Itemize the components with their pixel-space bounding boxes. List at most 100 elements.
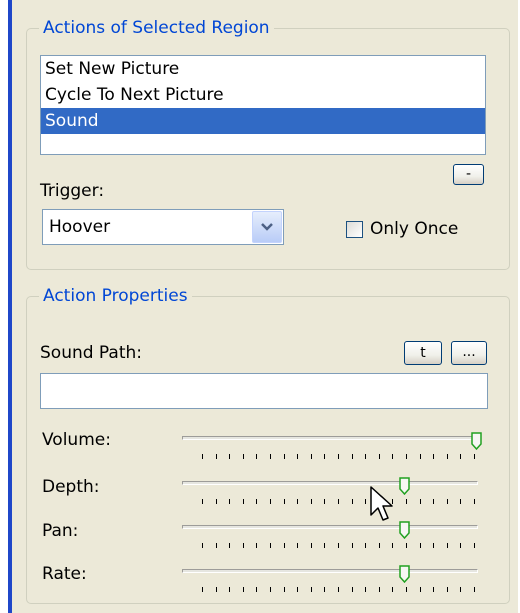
t-button[interactable]: t bbox=[404, 341, 442, 365]
slider-tick bbox=[338, 454, 339, 459]
trigger-combobox[interactable]: Hoover bbox=[42, 209, 284, 245]
slider-tick bbox=[202, 499, 203, 504]
slider-tick bbox=[297, 543, 299, 548]
slider-tick bbox=[446, 587, 448, 592]
slider-tick bbox=[242, 499, 244, 504]
slider-tick bbox=[310, 499, 312, 504]
slider-tick bbox=[324, 587, 326, 592]
slider-tick bbox=[324, 454, 326, 459]
slider-tick bbox=[460, 454, 462, 459]
slider-thumb[interactable] bbox=[399, 477, 410, 495]
slider-tick bbox=[229, 499, 231, 504]
slider-tick bbox=[474, 587, 475, 592]
slider-tick bbox=[378, 454, 380, 459]
browse-button[interactable]: ... bbox=[451, 341, 487, 365]
depth-slider[interactable] bbox=[180, 477, 482, 513]
slider-tick bbox=[446, 454, 448, 459]
slider-thumb[interactable] bbox=[399, 521, 410, 539]
slider-tick bbox=[378, 543, 380, 548]
slider-tick bbox=[256, 454, 258, 459]
slider-tick bbox=[392, 587, 394, 592]
slider-tick bbox=[215, 587, 217, 592]
slider-tick bbox=[283, 543, 285, 548]
slider-tick bbox=[378, 587, 380, 592]
slider-tick bbox=[474, 543, 475, 548]
slider-tick bbox=[433, 587, 435, 592]
slider-tick bbox=[270, 499, 271, 504]
slider-tick bbox=[419, 587, 421, 592]
list-item-selected[interactable]: Sound bbox=[41, 108, 485, 134]
slider-track bbox=[182, 569, 478, 573]
slider-tick bbox=[433, 499, 435, 504]
slider-tick bbox=[460, 499, 462, 504]
pan-slider[interactable] bbox=[180, 521, 482, 557]
slider-tick bbox=[419, 499, 421, 504]
slider-tick bbox=[297, 587, 299, 592]
sound-path-input[interactable] bbox=[40, 373, 488, 409]
trigger-label: Trigger: bbox=[40, 181, 105, 201]
slider-tick bbox=[365, 543, 367, 548]
slider-tick bbox=[310, 543, 312, 548]
only-once-label[interactable]: Only Once bbox=[370, 218, 458, 240]
pan-label: Pan: bbox=[42, 521, 79, 541]
slider-tick bbox=[392, 543, 394, 548]
sound-path-label: Sound Path: bbox=[40, 343, 143, 363]
slider-tick bbox=[433, 543, 435, 548]
slider-tick bbox=[460, 543, 462, 548]
slider-tick bbox=[202, 543, 203, 548]
slider-tick bbox=[202, 454, 203, 459]
slider-tick bbox=[256, 543, 258, 548]
slider-tick bbox=[365, 454, 367, 459]
slider-tick bbox=[338, 587, 339, 592]
slider-track bbox=[182, 481, 478, 485]
only-once-checkbox[interactable] bbox=[346, 221, 363, 238]
slider-tick bbox=[338, 499, 339, 504]
slider-tick bbox=[310, 587, 312, 592]
slider-tick bbox=[419, 543, 421, 548]
chevron-down-icon bbox=[261, 223, 273, 231]
actions-listbox[interactable]: Set New Picture Cycle To Next Picture So… bbox=[40, 55, 486, 155]
slider-tick bbox=[283, 587, 285, 592]
slider-tick bbox=[215, 499, 217, 504]
slider-tick bbox=[351, 543, 353, 548]
t-button-label: t bbox=[420, 345, 426, 361]
rate-slider[interactable] bbox=[180, 565, 482, 601]
slider-thumb[interactable] bbox=[399, 565, 410, 583]
slider-tick bbox=[297, 499, 299, 504]
slider-tick bbox=[419, 454, 421, 459]
slider-tick bbox=[229, 454, 231, 459]
slider-tick bbox=[324, 543, 326, 548]
slider-track bbox=[182, 436, 478, 440]
list-item[interactable]: Cycle To Next Picture bbox=[41, 82, 485, 108]
slider-tick bbox=[242, 587, 244, 592]
slider-track bbox=[182, 525, 478, 529]
slider-tick bbox=[446, 543, 448, 548]
slider-tick bbox=[351, 587, 353, 592]
slider-tick bbox=[406, 543, 407, 548]
slider-tick bbox=[229, 543, 231, 548]
slider-tick bbox=[256, 587, 258, 592]
remove-action-button[interactable]: - bbox=[453, 164, 484, 185]
slider-tick bbox=[351, 499, 353, 504]
volume-label: Volume: bbox=[42, 430, 111, 450]
slider-tick bbox=[270, 587, 271, 592]
slider-tick bbox=[446, 499, 448, 504]
slider-tick bbox=[406, 454, 407, 459]
slider-tick bbox=[392, 454, 394, 459]
slider-tick bbox=[365, 499, 367, 504]
slider-tick bbox=[365, 587, 367, 592]
list-item[interactable]: Set New Picture bbox=[41, 56, 485, 82]
slider-thumb[interactable] bbox=[471, 432, 482, 450]
slider-tick bbox=[433, 454, 435, 459]
rate-label: Rate: bbox=[42, 564, 87, 584]
trigger-dropdown-button[interactable] bbox=[252, 211, 282, 243]
properties-group-title: Action Properties bbox=[39, 284, 192, 308]
slider-tick bbox=[338, 543, 339, 548]
slider-tick bbox=[202, 587, 203, 592]
slider-tick bbox=[215, 543, 217, 548]
depth-label: Depth: bbox=[42, 477, 100, 497]
trigger-value: Hoover bbox=[49, 217, 111, 237]
slider-tick bbox=[460, 587, 462, 592]
volume-slider[interactable] bbox=[180, 432, 482, 468]
slider-tick bbox=[229, 587, 231, 592]
